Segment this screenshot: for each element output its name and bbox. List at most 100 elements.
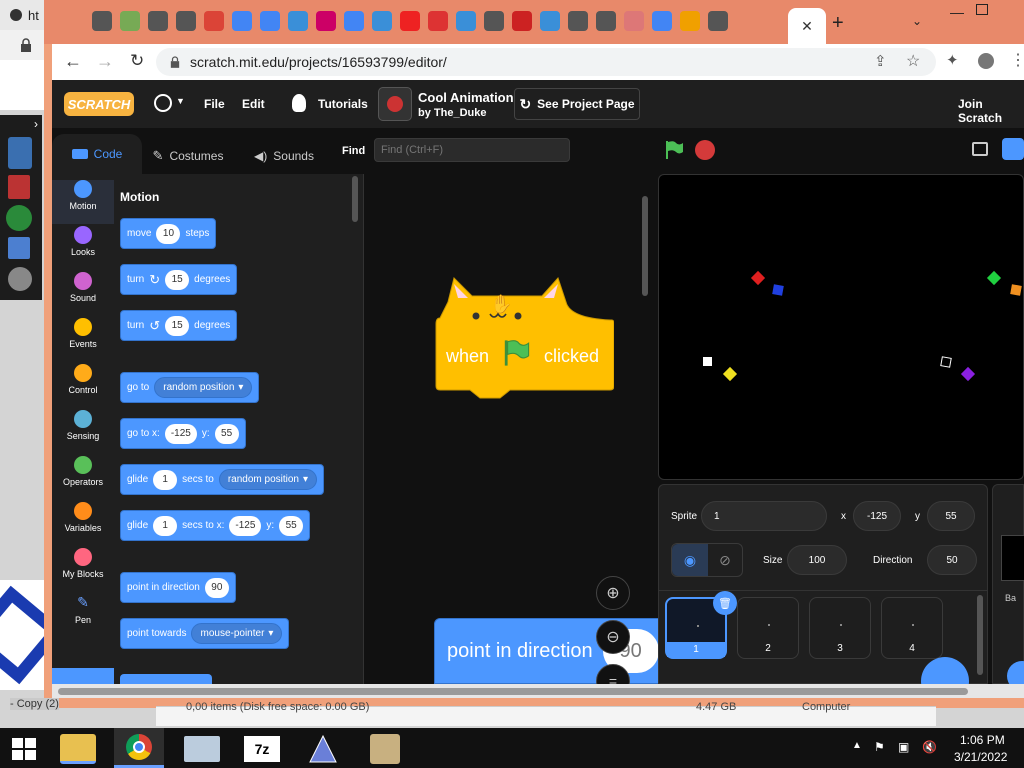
green-sprite[interactable] (986, 270, 1002, 286)
size-field[interactable]: 100 (787, 545, 847, 575)
minimize-icon[interactable]: — (950, 4, 964, 20)
page-horizontal-scrollbar[interactable] (52, 684, 1024, 698)
tab-favicon-1[interactable] (92, 11, 112, 31)
delete-sprite-icon[interactable]: 🗑 (713, 591, 737, 615)
tab-favicon-11[interactable] (372, 11, 392, 31)
star-icon[interactable]: ☆ (906, 51, 920, 71)
category-looks[interactable]: Looks (52, 226, 114, 270)
youtube-favicon-12[interactable] (400, 11, 420, 31)
y-field[interactable]: 55 (927, 501, 975, 531)
go-to-dropdown[interactable]: random position ▾ (154, 377, 253, 398)
find-input[interactable] (374, 138, 570, 162)
triangle-app-icon[interactable] (308, 734, 338, 764)
flag-tray-icon[interactable]: ⚑ (874, 740, 885, 754)
floppy-icon[interactable] (8, 237, 30, 259)
category-control[interactable]: Control (52, 364, 114, 408)
script-area[interactable]: when clicked ✋ point in direction 90 ⊕ ⊖… (364, 174, 664, 684)
go-to-block[interactable]: go to random position ▾ (120, 372, 260, 403)
glide-xy-block[interactable]: glide 1 secs to x: -125 y: 55 (120, 510, 311, 541)
new-tab-button[interactable]: + (832, 12, 844, 35)
tab-favicon-15[interactable] (484, 11, 504, 31)
category-motion[interactable]: Motion (52, 180, 114, 224)
chevron-right-icon[interactable]: › (34, 117, 38, 131)
x-input[interactable]: -125 (229, 515, 262, 536)
figure-icon[interactable] (8, 137, 32, 169)
x-field[interactable]: -125 (853, 501, 901, 531)
active-tab[interactable]: ✕ (788, 8, 826, 44)
stage[interactable] (658, 174, 1024, 480)
zoom-in-icon[interactable]: ⊕ (596, 576, 630, 610)
extension-button[interactable] (52, 668, 114, 684)
menu-icon[interactable]: ⋮ (1010, 50, 1024, 70)
small-stage-icon[interactable] (972, 142, 988, 156)
sprite-name-field[interactable]: 1 (701, 501, 827, 531)
glide-block[interactable]: glide 1 secs to random position ▾ (120, 464, 325, 495)
windows-start-icon[interactable] (12, 738, 36, 760)
sprite-tile[interactable]: 3 (809, 597, 871, 659)
degrees-input[interactable]: 15 (165, 315, 190, 336)
google-favicon-6[interactable] (232, 11, 252, 31)
category-my-blocks[interactable]: My Blocks (52, 548, 114, 592)
tab-favicon-19[interactable] (596, 11, 616, 31)
stage-thumbnail[interactable] (1001, 535, 1024, 581)
file-explorer-icon[interactable] (60, 734, 96, 764)
point-in-direction-block[interactable]: point in direction 90 (120, 572, 236, 603)
sprite-list-scrollbar[interactable] (977, 595, 983, 675)
tab-favicon-4[interactable] (176, 11, 196, 31)
tab-favicon-14[interactable] (456, 11, 476, 31)
tab-favicon-5[interactable] (204, 11, 224, 31)
x-input[interactable]: -125 (164, 423, 197, 444)
back-icon[interactable]: ← (64, 51, 82, 72)
when-flag-clicked-block[interactable]: when clicked (434, 274, 614, 400)
direction-field[interactable]: 50 (927, 545, 977, 575)
earth-icon[interactable] (6, 205, 32, 231)
eye-icon[interactable]: ◉ (672, 544, 708, 576)
join-scratch-link[interactable]: Join Scratch (958, 97, 1024, 125)
category-sensing[interactable]: Sensing (52, 410, 114, 454)
direction-input[interactable]: 90 (204, 577, 229, 598)
lightbulb-icon[interactable] (292, 94, 306, 112)
red-sprite[interactable] (750, 270, 766, 286)
forward-icon[interactable]: → (96, 51, 114, 72)
stage-selector[interactable]: Ba (992, 484, 1024, 684)
category-events[interactable]: Events (52, 318, 114, 362)
eye-slash-icon[interactable]: ⊘ (708, 544, 742, 576)
tab-favicon-20[interactable] (624, 11, 644, 31)
go-to-xy-block[interactable]: go to x: -125 y: 55 (120, 418, 246, 449)
monitor-icon[interactable] (184, 736, 220, 762)
background-browser-tab[interactable]: ht (0, 0, 50, 30)
point-towards-dropdown[interactable]: mouse-pointer ▾ (191, 623, 283, 644)
tab-favicon-16[interactable] (512, 11, 532, 31)
sprite-tile[interactable]: 2 (737, 597, 799, 659)
tab-favicon-23[interactable] (708, 11, 728, 31)
category-variables[interactable]: Variables (52, 502, 114, 546)
secs-input[interactable]: 1 (153, 469, 178, 490)
chrome-icon[interactable] (114, 728, 164, 768)
tab-favicon-18[interactable] (568, 11, 588, 31)
outline-sprite[interactable] (940, 356, 952, 368)
secs-input[interactable]: 1 (153, 515, 178, 536)
google-favicon-17[interactable] (540, 11, 560, 31)
glide-dropdown[interactable]: random position ▾ (218, 469, 318, 490)
tutorials-menu[interactable]: Tutorials (318, 97, 368, 111)
close-tab-icon[interactable]: ✕ (801, 18, 813, 35)
scratch-logo[interactable]: SCRATCH (64, 92, 134, 116)
google-favicon-7[interactable] (260, 11, 280, 31)
maximize-icon[interactable] (976, 4, 988, 15)
purple-sprite[interactable] (960, 366, 976, 382)
orange-sprite[interactable] (1010, 284, 1022, 296)
tab-favicon-13[interactable] (428, 11, 448, 31)
google-favicon-10[interactable] (344, 11, 364, 31)
point-towards-block[interactable]: point towards mouse-pointer ▾ (120, 618, 290, 649)
y-input[interactable]: 55 (214, 423, 239, 444)
y-input[interactable]: 55 (279, 515, 304, 536)
turn-right-block[interactable]: turn ↻ 15 degrees (120, 264, 238, 295)
degrees-input[interactable]: 15 (165, 269, 190, 290)
yellow-sprite[interactable] (722, 366, 738, 382)
turn-left-block[interactable]: turn ↺ 15 degrees (120, 310, 238, 341)
chevron-down-icon[interactable]: ▼ (176, 96, 185, 106)
omnibox[interactable]: scratch.mit.edu/projects/16593799/editor… (156, 48, 936, 76)
project-thumbnail[interactable] (378, 87, 412, 121)
add-backdrop-button[interactable] (1007, 661, 1024, 684)
tray-chevron-icon[interactable]: ▲ (852, 740, 862, 751)
